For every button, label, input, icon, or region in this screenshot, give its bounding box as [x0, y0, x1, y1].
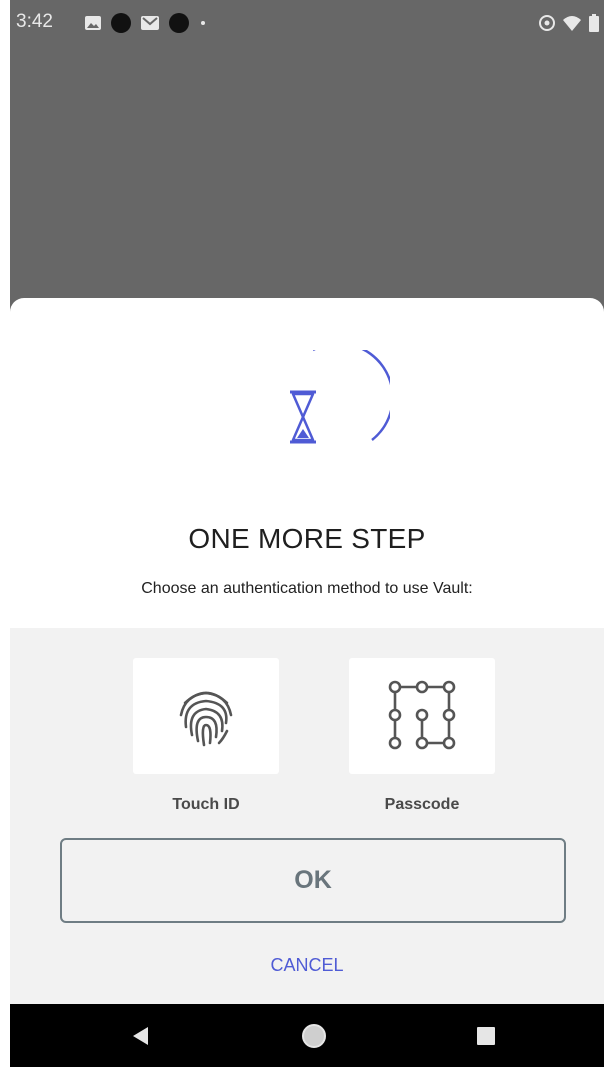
dot-icon: [111, 13, 131, 33]
fingerprint-icon: [179, 691, 233, 747]
passcode-tile[interactable]: [349, 658, 495, 774]
status-time: 3:42: [16, 11, 53, 32]
home-button[interactable]: [284, 1004, 344, 1067]
frame-edge: [0, 0, 10, 1067]
authentication-dialog: ONE MORE STEP Choose an authentication m…: [10, 298, 604, 1004]
loading-indicator: [270, 342, 394, 460]
recents-button[interactable]: [456, 1004, 516, 1067]
navigation-bar: [10, 1004, 604, 1067]
small-dot-icon: [201, 21, 205, 25]
ok-button[interactable]: OK: [60, 838, 566, 923]
wifi-icon: [563, 16, 581, 31]
battery-icon: [589, 14, 599, 32]
passcode-label: Passcode: [384, 796, 460, 813]
touch-id-tile[interactable]: [133, 658, 279, 774]
image-icon: [85, 16, 101, 30]
dialog-subtitle: Choose an authentication method to use V…: [141, 580, 473, 597]
back-icon: [133, 1026, 148, 1045]
eye-icon: [539, 15, 555, 31]
touch-id-option[interactable]: Touch ID: [133, 658, 279, 814]
passcode-option[interactable]: Passcode: [349, 658, 495, 814]
cancel-button[interactable]: CANCEL: [10, 955, 604, 976]
passcode-pattern-icon: [388, 680, 456, 750]
dot-icon: [169, 13, 189, 33]
gmail-icon: [141, 16, 159, 30]
recents-icon: [477, 1026, 495, 1045]
hourglass-icon: [290, 342, 394, 444]
home-icon: [302, 1023, 326, 1048]
status-bar: 3:42: [10, 0, 604, 46]
dialog-title: ONE MORE STEP: [188, 523, 426, 554]
touch-id-label: Touch ID: [172, 796, 240, 813]
options-panel: Touch ID Passcode OK CANCEL: [10, 628, 604, 1004]
back-button[interactable]: [110, 1004, 170, 1067]
